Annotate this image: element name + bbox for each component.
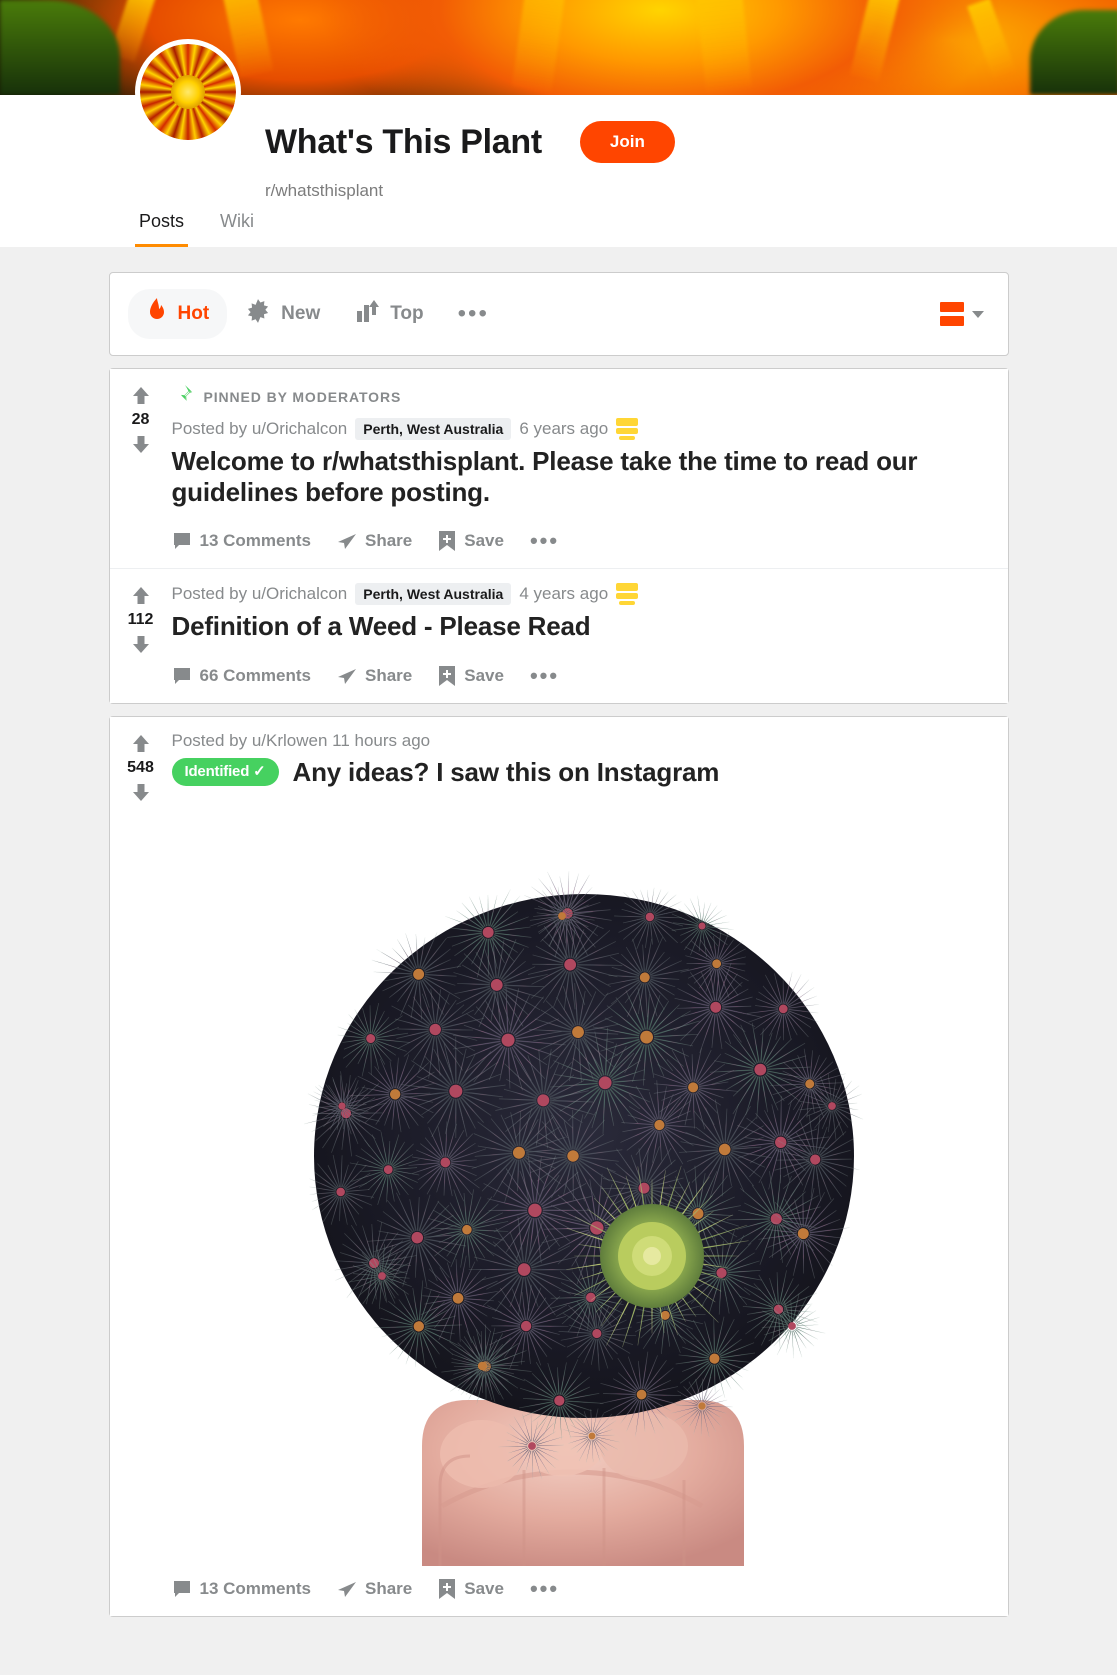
post-media[interactable] (172, 798, 992, 1566)
reddit-community-page: What's This Plant Join r/whatsthisplant … (0, 0, 1117, 1675)
share-button[interactable]: Share (337, 1579, 412, 1599)
save-label: Save (464, 1578, 504, 1598)
share-label: Share (364, 531, 413, 551)
sort-top-label: Top (390, 303, 424, 324)
downvote-button[interactable] (130, 433, 152, 455)
downvote-button[interactable] (130, 633, 152, 655)
post-actions: 13 Comments Share Save ••• (172, 1566, 992, 1616)
sort-more-button[interactable]: ••• (442, 300, 505, 328)
vote-column: 112 (109, 569, 172, 703)
post-card: 548 Posted by u/Krlowen 11 hours ago Ide… (108, 715, 1009, 1617)
sort-hot-button[interactable]: Hot (127, 289, 228, 339)
post-title[interactable]: Definition of a Weed - Please Read (172, 611, 992, 642)
sort-bar-card: Hot New Top ••• (108, 272, 1009, 356)
share-button[interactable]: Share (337, 666, 412, 686)
post-meta: Posted by u/Orichalcon Perth, West Austr… (172, 418, 992, 440)
post-item[interactable]: 112 Posted by u/Orichalcon Perth, West A… (109, 569, 1008, 703)
user-flair: Perth, West Australia (355, 583, 512, 606)
vote-column: 28 (109, 369, 172, 569)
comments-button[interactable]: 66 Comments (172, 666, 311, 686)
pinned-label: PINNED BY MODERATORS (203, 388, 402, 405)
save-button[interactable]: Save (438, 530, 504, 552)
tab-wiki[interactable]: Wiki (216, 203, 258, 247)
flame-icon (146, 298, 168, 330)
post-more-button[interactable]: ••• (530, 528, 559, 554)
comments-button[interactable]: 13 Comments (172, 1579, 311, 1599)
upvote-button[interactable] (130, 733, 152, 755)
sort-bar: Hot New Top ••• (110, 273, 1008, 355)
post-more-button[interactable]: ••• (530, 1576, 559, 1602)
post-title[interactable]: Welcome to r/whatsthisplant. Please take… (172, 446, 992, 508)
pinned-banner: PINNED BY MODERATORS (172, 383, 992, 410)
post-actions: 66 Comments Share Save ••• (172, 653, 992, 703)
post-actions: 13 Comments Share Save ••• (172, 518, 992, 568)
save-button[interactable]: Save (438, 665, 504, 687)
sort-new-button[interactable]: New (227, 289, 338, 339)
sort-hot-label: Hot (177, 303, 210, 324)
post-author[interactable]: Posted by u/Orichalcon (172, 584, 348, 604)
upvote-button[interactable] (130, 385, 152, 407)
post-time: 6 years ago (519, 419, 609, 438)
bar-chart-icon (356, 298, 380, 330)
community-tabs: Posts Wiki (135, 203, 258, 247)
post-author[interactable]: Posted by u/Krlowen 11 hours ago (172, 731, 431, 751)
sort-new-label: New (281, 303, 321, 324)
save-label: Save (464, 665, 504, 685)
sparkle-icon (245, 298, 271, 330)
post-score: 548 (127, 758, 154, 776)
post-body: PINNED BY MODERATORS Posted by u/Orichal… (172, 369, 1008, 568)
save-button[interactable]: Save (438, 1578, 504, 1600)
comments-button[interactable]: 13 Comments (172, 531, 311, 551)
share-label: Share (364, 1578, 413, 1598)
post-meta: Posted by u/Krlowen 11 hours ago (172, 731, 992, 751)
post-score: 28 (131, 411, 150, 428)
comments-label: 13 Comments (199, 531, 311, 551)
post-time: 4 years ago (519, 584, 609, 604)
post-title[interactable]: Any ideas? I saw this on Instagram (293, 757, 720, 788)
sort-top-button[interactable]: Top (338, 289, 441, 339)
pin-icon (172, 383, 194, 410)
comments-label: 13 Comments (199, 1578, 311, 1598)
post-score: 112 (127, 611, 154, 629)
marigold-flower-avatar-icon (140, 44, 236, 140)
post-title-row: Identified ✓ Any ideas? I saw this on In… (171, 757, 992, 788)
gold-award-icon[interactable] (616, 418, 639, 440)
user-flair: Perth, West Australia (355, 418, 512, 440)
vote-column: 548 (109, 716, 172, 1616)
subreddit-name: r/whatsthisplant (265, 181, 384, 200)
post-body: Posted by u/Orichalcon Perth, West Austr… (172, 569, 1008, 702)
share-label: Share (364, 665, 413, 685)
succulent-rosette-photo (231, 805, 932, 1566)
post-author[interactable]: Posted by u/Orichalcon (172, 419, 348, 439)
save-label: Save (464, 531, 504, 551)
community-header: What's This Plant Join r/whatsthisplant … (0, 39, 1117, 247)
pinned-posts-card: 28 PINNED BY MODERATORS Posted by u/Oric… (108, 368, 1009, 704)
chevron-down-icon (971, 310, 984, 318)
plant-image-svg (303, 870, 863, 1566)
upvote-button[interactable] (130, 585, 152, 607)
tab-posts[interactable]: Posts (135, 203, 189, 247)
comments-label: 66 Comments (199, 665, 311, 685)
post-more-button[interactable]: ••• (530, 663, 559, 689)
post-item[interactable]: 548 Posted by u/Krlowen 11 hours ago Ide… (109, 716, 1008, 1616)
post-item[interactable]: 28 PINNED BY MODERATORS Posted by u/Oric… (109, 369, 1008, 570)
post-flair-identified[interactable]: Identified ✓ (171, 758, 279, 787)
community-avatar[interactable] (135, 39, 241, 145)
post-body: Posted by u/Krlowen 11 hours ago Identif… (171, 717, 1008, 1616)
card-view-icon (939, 302, 964, 326)
gold-award-icon[interactable] (616, 583, 639, 606)
view-mode-selector[interactable] (939, 302, 990, 326)
post-meta: Posted by u/Orichalcon Perth, West Austr… (172, 583, 992, 606)
join-button[interactable]: Join (579, 121, 675, 163)
share-button[interactable]: Share (337, 531, 412, 551)
downvote-button[interactable] (130, 781, 152, 803)
page-title: What's This Plant (265, 122, 542, 161)
post-feed: Hot New Top ••• 28 PINNED BY MODERATORS … (108, 247, 1009, 1617)
